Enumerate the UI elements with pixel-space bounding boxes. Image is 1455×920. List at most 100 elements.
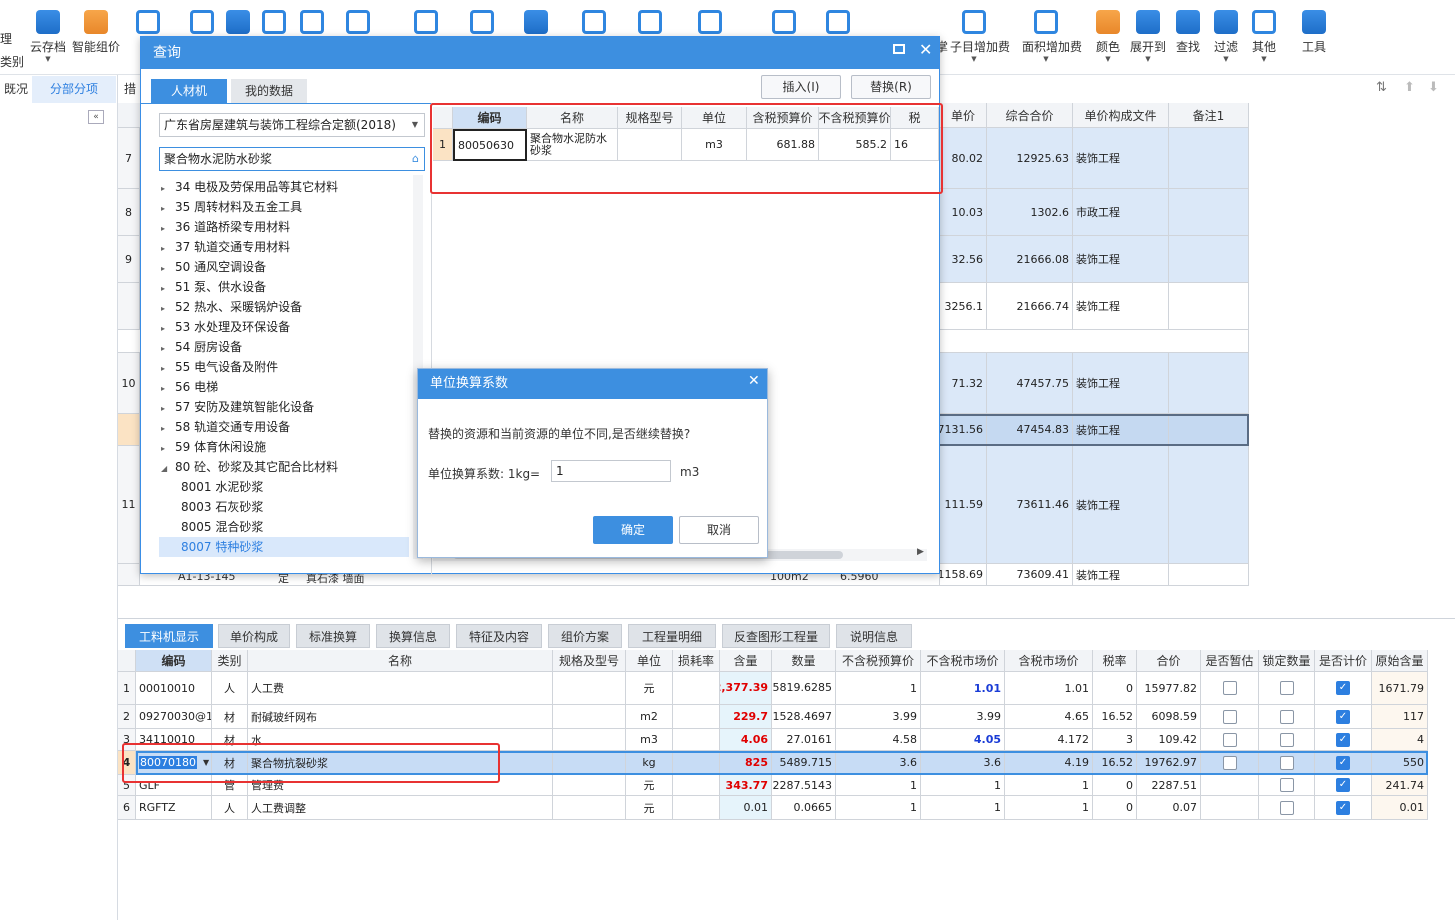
main-grid-note[interactable] xyxy=(1169,283,1249,330)
tree-item[interactable]: ▸ 54 厨房设备 xyxy=(161,337,242,357)
material-cell-spec[interactable] xyxy=(553,796,626,820)
material-cell-loss[interactable] xyxy=(673,729,720,751)
main-grid-price[interactable]: 10.03 xyxy=(940,189,987,236)
main-grid-note[interactable] xyxy=(1169,446,1249,564)
tree-expand-icon[interactable]: ▸ xyxy=(161,419,175,439)
lock-qty-checkbox[interactable] xyxy=(1279,709,1294,724)
tree-item[interactable]: ▸ 58 轨道交通专用设备 xyxy=(161,417,290,437)
material-cell-content[interactable]: 2,377.39 xyxy=(720,672,772,705)
main-grid-file[interactable]: 装饰工程 xyxy=(1073,564,1169,586)
is-priced-checkbox[interactable]: ✓ xyxy=(1336,778,1350,792)
tree-expand-icon[interactable]: ▸ xyxy=(161,239,175,259)
material-cell-loss[interactable] xyxy=(673,751,720,775)
toolbar-button-17[interactable]: 子目增加费 ▼ xyxy=(950,6,1010,70)
material-cell-type[interactable]: 人 xyxy=(212,672,248,705)
material-cell-type[interactable]: 人 xyxy=(212,796,248,820)
tree-expand-icon[interactable]: ▸ xyxy=(161,299,175,319)
main-grid-total[interactable]: 1302.6 xyxy=(987,189,1073,236)
main-grid-price[interactable]: 3256.1 xyxy=(940,283,987,330)
main-grid-total[interactable]: 47454.83 xyxy=(987,414,1073,446)
material-cell-rate[interactable]: 0 xyxy=(1093,775,1137,796)
material-cell-tm[interactable]: 1 xyxy=(1005,796,1093,820)
main-grid-note[interactable] xyxy=(1169,414,1249,446)
search-input[interactable]: 聚合物水泥防水砂浆 ⌂ xyxy=(159,147,425,171)
main-grid-file[interactable]: 装饰工程 xyxy=(1073,283,1169,330)
bottom-tab[interactable]: 说明信息 xyxy=(836,624,912,648)
material-cell-nm[interactable]: 3.6 xyxy=(921,751,1005,775)
material-cell-code[interactable]: 00010010 xyxy=(136,672,212,705)
material-cell-tm[interactable]: 4.172 xyxy=(1005,729,1093,751)
material-cell-loss[interactable] xyxy=(673,775,720,796)
material-cell-qty[interactable]: 1528.4697 xyxy=(772,705,836,729)
is-priced-checkbox[interactable]: ✓ xyxy=(1336,732,1350,747)
main-grid-price[interactable]: 32.56 xyxy=(940,236,987,283)
bottom-tab[interactable]: 工程量明细 xyxy=(628,624,716,648)
toolbar-button-2[interactable]: 智能组价 xyxy=(72,6,120,70)
tree-item[interactable]: ▸ 34 电极及劳保用品等其它材料 xyxy=(161,177,338,197)
material-cell-unit[interactable]: 元 xyxy=(626,775,673,796)
insert-button[interactable]: 插入(I) xyxy=(761,75,841,99)
tree-expand-icon[interactable]: ▸ xyxy=(161,279,175,299)
main-grid-file[interactable]: 装饰工程 xyxy=(1073,414,1169,446)
material-cell-np[interactable]: 1 xyxy=(836,796,921,820)
material-cell-loss[interactable] xyxy=(673,796,720,820)
material-cell-orig[interactable]: 1671.79 xyxy=(1372,672,1428,705)
tree-expand-icon[interactable]: ▸ xyxy=(161,439,175,459)
bottom-tab[interactable]: 反查图形工程量 xyxy=(722,624,830,648)
material-cell-orig[interactable]: 241.74 xyxy=(1372,775,1428,796)
main-grid-price[interactable]: 80.02 xyxy=(940,128,987,189)
tree-item[interactable]: ▸ 51 泵、供水设备 xyxy=(161,277,266,297)
material-cell-rate[interactable]: 3 xyxy=(1093,729,1137,751)
material-cell-orig[interactable]: 0.01 xyxy=(1372,796,1428,820)
tab-fenbu[interactable]: 分部分项 xyxy=(32,76,116,103)
toolbar-button-18[interactable]: 面积增加费 ▼ xyxy=(1022,6,1082,70)
lock-qty-checkbox[interactable] xyxy=(1279,800,1294,815)
material-cell-qty[interactable]: 27.0161 xyxy=(772,729,836,751)
material-cell-tm[interactable]: 4.65 xyxy=(1005,705,1093,729)
main-grid-total[interactable]: 73609.41 xyxy=(987,564,1073,586)
material-cell-nm[interactable]: 1.01 xyxy=(921,672,1005,705)
material-cell-name[interactable]: 耐碱玻纤网布 xyxy=(248,705,553,729)
bottom-tab[interactable]: 组价方案 xyxy=(548,624,622,648)
replace-button[interactable]: 替换(R) xyxy=(851,75,931,99)
tab-overview[interactable]: 既况 xyxy=(0,76,32,103)
main-grid-price[interactable]: 7131.56 xyxy=(940,414,987,446)
tree-item[interactable]: 8007 特种砂浆 xyxy=(159,537,409,557)
ok-button[interactable]: 确定 xyxy=(593,516,673,544)
material-cell-unit[interactable]: kg xyxy=(626,751,673,775)
tree-item[interactable]: ▸ 53 水处理及环保设备 xyxy=(161,317,290,337)
main-grid-file[interactable]: 装饰工程 xyxy=(1073,353,1169,414)
tree-expand-icon[interactable]: ▸ xyxy=(161,179,175,199)
tree-item[interactable]: ◢ 80 砼、砂浆及其它配合比材料 xyxy=(161,457,338,477)
main-grid-file[interactable]: 装饰工程 xyxy=(1073,236,1169,283)
material-cell-total[interactable]: 109.42 xyxy=(1137,729,1201,751)
tree-expand-icon[interactable]: ▸ xyxy=(161,399,175,419)
material-cell-spec[interactable] xyxy=(553,751,626,775)
tab-measures[interactable]: 措 xyxy=(118,76,142,103)
lock-qty-checkbox[interactable] xyxy=(1279,755,1294,770)
material-cell-content[interactable]: 0.01 xyxy=(720,796,772,820)
tree-item[interactable]: ▸ 55 电气设备及附件 xyxy=(161,357,278,377)
tree-item[interactable]: ▸ 37 轨道交通专用材料 xyxy=(161,237,290,257)
main-grid-file[interactable]: 装饰工程 xyxy=(1073,446,1169,564)
material-cell-loss[interactable] xyxy=(673,705,720,729)
main-grid-note[interactable] xyxy=(1169,564,1249,586)
material-cell-spec[interactable] xyxy=(553,705,626,729)
material-cell-tm[interactable]: 1.01 xyxy=(1005,672,1093,705)
tree-expand-icon[interactable]: ▸ xyxy=(161,339,175,359)
main-grid-note[interactable] xyxy=(1169,353,1249,414)
main-grid-price[interactable]: 71.32 xyxy=(940,353,987,414)
material-cell-tm[interactable]: 4.19 xyxy=(1005,751,1093,775)
material-cell-nm[interactable]: 1 xyxy=(921,775,1005,796)
material-cell-unit[interactable]: m3 xyxy=(626,729,673,751)
material-cell-np[interactable]: 4.58 xyxy=(836,729,921,751)
material-cell-type[interactable]: 材 xyxy=(212,705,248,729)
factor-input[interactable]: 1 xyxy=(551,460,671,482)
is-priced-checkbox[interactable]: ✓ xyxy=(1336,681,1350,695)
material-cell-name[interactable]: 人工费调整 xyxy=(248,796,553,820)
material-cell-tm[interactable]: 1 xyxy=(1005,775,1093,796)
tree-expand-icon[interactable]: ▸ xyxy=(161,259,175,279)
material-cell-orig[interactable]: 4 xyxy=(1372,729,1428,751)
quota-select[interactable]: 广东省房屋建筑与装饰工程综合定额(2018) ▼ xyxy=(159,113,425,137)
tree-expand-icon[interactable]: ◢ xyxy=(161,459,175,479)
